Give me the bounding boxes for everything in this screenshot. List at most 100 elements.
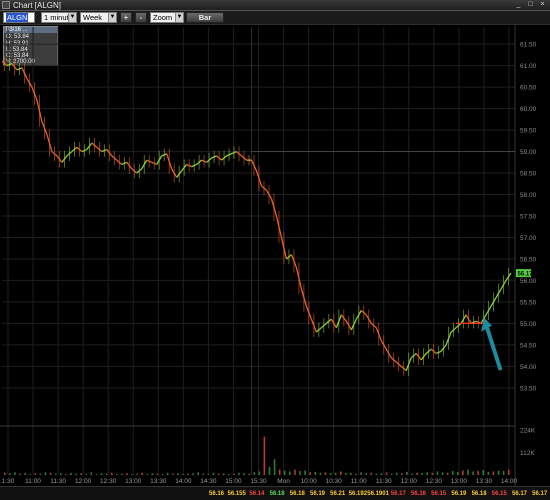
volume-bar <box>14 472 16 475</box>
volume-bar <box>401 473 403 475</box>
time-tick-label: 10:30 <box>326 478 343 485</box>
time-tick-label: 14:00 <box>175 478 192 485</box>
time-tick-label: 10:00 <box>300 478 317 485</box>
volume-bar <box>151 473 154 475</box>
volume-bar <box>100 473 103 475</box>
volume-bar <box>329 473 332 475</box>
volume-bar <box>426 472 429 475</box>
volume-bar <box>59 473 62 475</box>
volume-bar <box>283 470 286 475</box>
time-tick-label: 13:00 <box>451 478 468 485</box>
volume-bar <box>411 473 413 475</box>
quote-footer: 56.16 56.155 56.14 56.18 56.18 56.19 56.21 56.1… <box>0 486 550 500</box>
volume-bar <box>65 474 67 475</box>
volume-bar <box>248 473 250 475</box>
minimize-button[interactable]: _ <box>514 1 523 9</box>
interval-select[interactable]: 1 minute ▼ <box>41 12 77 23</box>
range-select[interactable]: Week ▼ <box>80 12 117 23</box>
volume-bar <box>304 470 306 475</box>
volume-bar <box>345 473 347 475</box>
volume-bar <box>197 472 200 475</box>
quote-cell: 56.17 <box>532 491 548 497</box>
volume-bar <box>85 473 88 475</box>
volume-bar <box>9 473 11 475</box>
volume-bar <box>4 472 6 475</box>
volume-bar <box>334 472 337 475</box>
volume-bar <box>314 471 317 475</box>
volume-bar <box>339 471 342 475</box>
time-tick-label: 1:30 <box>2 478 15 485</box>
volume-bar <box>207 474 210 475</box>
volume-bar <box>110 472 113 475</box>
volume-tick-label: 224K <box>520 428 536 435</box>
symbol-value: ALGN <box>6 13 29 22</box>
volume-bar <box>80 473 82 475</box>
window-titlebar: Chart [ALGN] _ □ × <box>0 0 550 11</box>
time-tick-label: 12:00 <box>75 478 92 485</box>
price-tick-label: 60.00 <box>520 106 537 113</box>
volume-bar <box>390 473 393 475</box>
volume-bar <box>492 471 495 475</box>
time-tick-label: 14:00 <box>501 478 518 485</box>
price-tick-label: 56.50 <box>520 256 537 263</box>
time-tick-label: 14:30 <box>200 478 217 485</box>
volume-bar <box>451 470 454 475</box>
volume-bar <box>441 472 444 475</box>
volume-bar <box>467 469 469 475</box>
volume-bar <box>497 470 500 475</box>
time-tick-label: 13:00 <box>125 478 142 485</box>
volume-bar <box>462 470 464 475</box>
time-tick-label: Mon <box>277 478 290 485</box>
zoom-in-button[interactable]: + <box>120 12 132 23</box>
price-chart[interactable]: 61.50 61.00 60.50 60.00 59.50 59.00 58.50 58.00… <box>0 25 550 486</box>
volume-bar <box>507 469 510 475</box>
volume-bar <box>233 473 235 475</box>
price-tick-label: 59.00 <box>520 149 537 156</box>
volume-bar <box>431 472 434 475</box>
time-tick-label: 11:00 <box>351 478 367 485</box>
volume-bar <box>395 472 398 475</box>
app-icon <box>2 1 10 9</box>
volume-bar <box>121 473 123 475</box>
volume-bar <box>115 474 118 475</box>
time-tick-label: 11:30 <box>50 478 66 485</box>
time-tick-label: 11:30 <box>376 478 392 485</box>
volume-bar <box>222 473 225 475</box>
volume-bar <box>406 471 408 475</box>
close-button[interactable]: × <box>538 1 547 9</box>
volume-bar <box>227 474 230 475</box>
maximize-button[interactable]: □ <box>526 1 535 9</box>
volume-tick-label: 112K <box>520 450 535 457</box>
price-tick-label: 61.50 <box>520 42 537 49</box>
volume-bar <box>187 473 189 475</box>
zoom-out-button[interactable]: - <box>135 12 147 23</box>
zoom-select[interactable]: Zoom ▼ <box>150 12 184 23</box>
volume-bar <box>24 472 26 475</box>
volume-bar <box>136 473 138 475</box>
bar-type-button[interactable]: Bar <box>186 12 224 23</box>
time-tick-label: 13:30 <box>476 478 493 485</box>
price-tick-label: 58.00 <box>520 192 537 199</box>
price-tick-label: 58.50 <box>520 171 537 178</box>
volume-bar <box>457 471 459 475</box>
volume-bar <box>299 470 301 475</box>
volume-bar <box>309 472 311 475</box>
volume-bar <box>34 473 37 475</box>
symbol-input[interactable]: ALGN <box>3 12 35 23</box>
volume-bar <box>502 470 505 475</box>
last-price-label: 56.17 <box>518 272 534 278</box>
volume-bar <box>212 472 215 475</box>
volume-bar <box>370 472 373 475</box>
volume-bar <box>294 469 296 475</box>
zoom-value: Zoom <box>153 13 173 22</box>
volume-bar <box>446 472 449 475</box>
volume-bar <box>70 472 72 475</box>
volume-bar <box>192 473 194 475</box>
price-tick-label: 61.00 <box>520 63 537 70</box>
volume-bar <box>95 474 98 475</box>
volume-bar <box>278 469 281 475</box>
volume-bar <box>49 472 52 475</box>
volume-bar <box>217 473 220 475</box>
time-tick-label: 12:30 <box>100 478 117 485</box>
volume-bar <box>487 471 490 475</box>
